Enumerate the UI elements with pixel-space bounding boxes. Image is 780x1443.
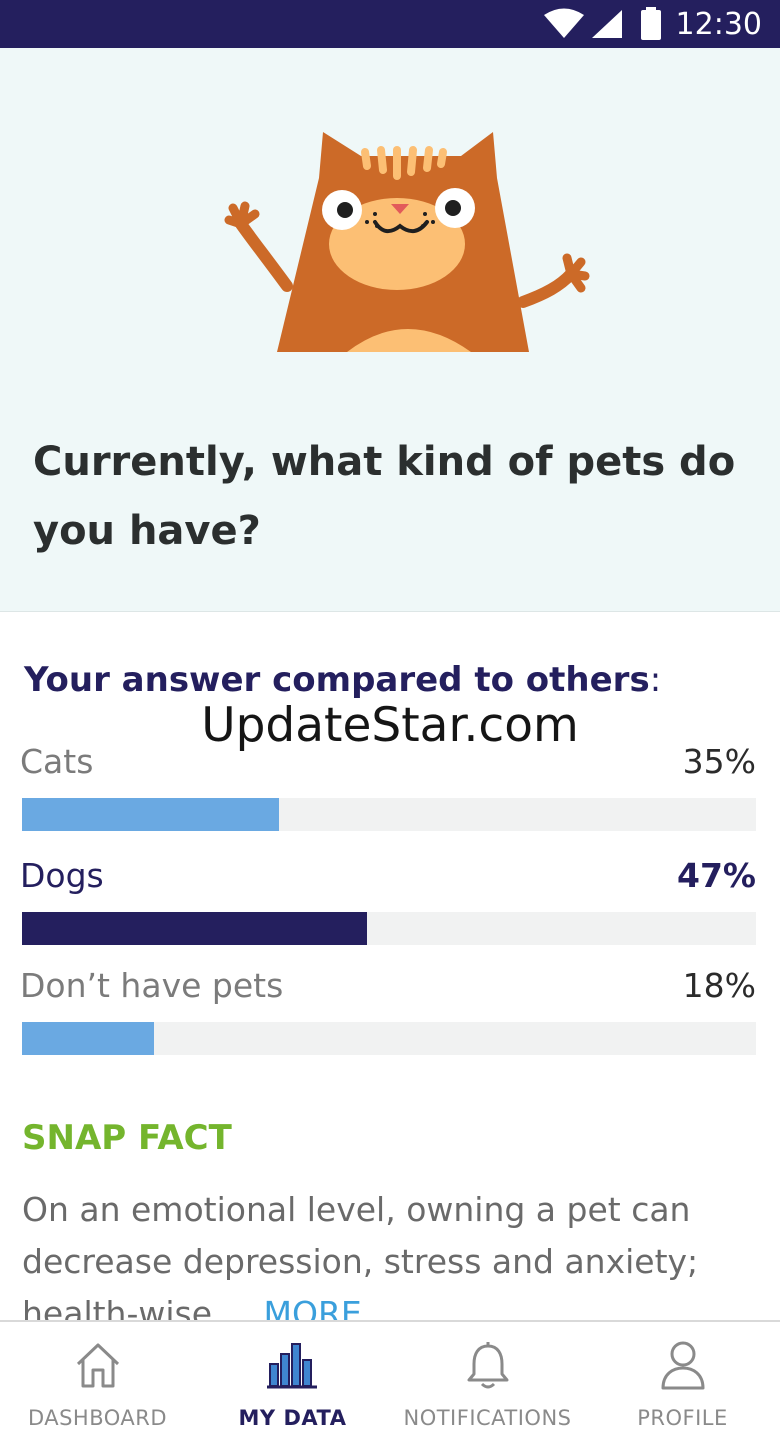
result-bar-track xyxy=(22,1022,756,1055)
comparison-title-text: Your answer compared to others xyxy=(24,660,650,700)
nav-label: PROFILE xyxy=(637,1406,728,1430)
bottom-navigation: DASHBOARD MY DATA NOTIFICATIONS PROFILE xyxy=(0,1320,780,1443)
result-label: Cats xyxy=(20,742,94,781)
nav-label: NOTIFICATIONS xyxy=(403,1406,572,1430)
person-icon xyxy=(661,1341,704,1390)
battery-icon xyxy=(640,7,661,40)
result-bar-fill xyxy=(22,1022,155,1055)
result-row-no-pets: Don’t have pets 18% xyxy=(0,966,780,1066)
nav-item-dashboard[interactable]: DASHBOARD xyxy=(0,1322,195,1443)
status-icons: 12:30 xyxy=(543,0,762,48)
result-bar-track xyxy=(22,798,756,831)
cellular-signal-icon xyxy=(591,10,622,38)
nav-label: MY DATA xyxy=(238,1406,347,1430)
comparison-title-suffix: : xyxy=(649,660,662,700)
status-time: 12:30 xyxy=(675,6,762,42)
nav-label: DASHBOARD xyxy=(27,1406,168,1430)
result-label: Dogs xyxy=(20,856,104,895)
result-bar-fill xyxy=(22,912,367,945)
status-bar: 12:30 xyxy=(0,0,780,48)
result-percentage: 47% xyxy=(677,856,756,895)
result-percentage: 18% xyxy=(682,966,756,1005)
question-card: Currently, what kind of pets do you have… xyxy=(0,48,780,612)
home-icon xyxy=(76,1343,119,1388)
nav-item-my-data[interactable]: MY DATA xyxy=(195,1322,390,1443)
snap-fact-body: On an emotional level, owning a pet can … xyxy=(22,1184,762,1320)
more-link[interactable]: MORE xyxy=(264,1294,362,1320)
wifi-icon xyxy=(543,8,584,38)
result-bar-fill xyxy=(22,798,279,831)
bell-icon xyxy=(467,1342,508,1389)
result-bar-track xyxy=(22,912,756,945)
comparison-title: Your answer compared to others: xyxy=(24,660,764,700)
result-label: Don’t have pets xyxy=(20,966,284,1005)
nav-item-notifications[interactable]: NOTIFICATIONS xyxy=(390,1322,585,1443)
result-row-cats: Cats 35% xyxy=(0,742,780,842)
result-row-dogs: Dogs 47% xyxy=(0,856,780,956)
bar-chart-icon xyxy=(266,1343,317,1389)
cat-illustration xyxy=(224,132,590,352)
nav-item-profile[interactable]: PROFILE xyxy=(585,1322,780,1443)
question-text: Currently, what kind of pets do you have… xyxy=(33,439,736,554)
result-percentage: 35% xyxy=(682,742,756,781)
snap-fact-title: SNAP FACT xyxy=(22,1118,232,1158)
